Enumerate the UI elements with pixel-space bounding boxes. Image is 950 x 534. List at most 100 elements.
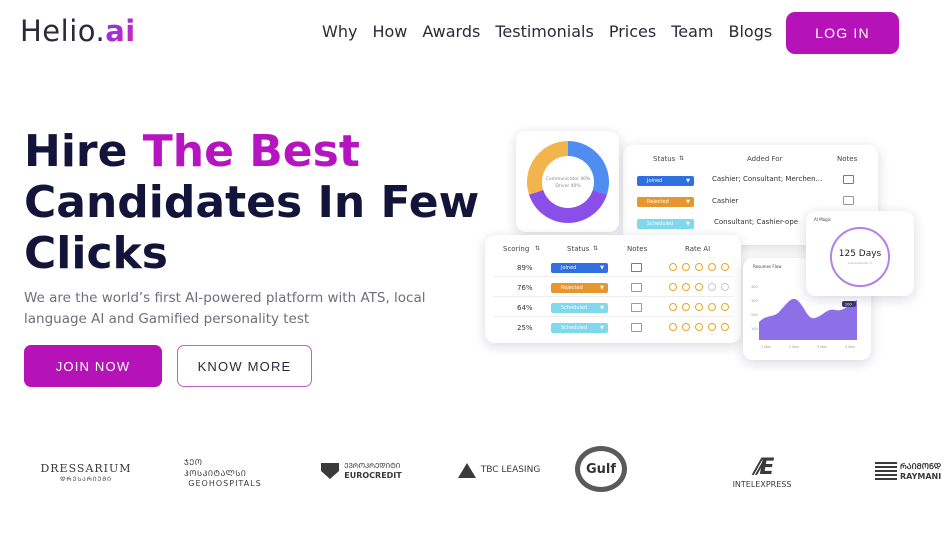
chevron-down-icon: ▼ [600, 325, 604, 331]
rating-circle-icon[interactable] [721, 263, 729, 271]
rating-circle-icon[interactable] [695, 323, 703, 331]
rating-circle-icon[interactable] [669, 303, 677, 311]
chevron-down-icon: ▼ [600, 285, 604, 291]
note-icon[interactable] [631, 283, 642, 292]
rating-circle-icon[interactable] [682, 283, 690, 291]
score-cell: 89% [517, 264, 533, 272]
rating-circle-icon[interactable] [669, 263, 677, 271]
note-icon[interactable] [843, 175, 854, 184]
tbc-leasing-logo: TBC LEASING [457, 461, 541, 479]
score-cell: 76% [517, 284, 533, 292]
eurocredit-logo: ᲔᲕᲠᲝᲙᲠᲔᲓᲘᲢᲘ EUROCREDIT [320, 458, 402, 484]
row-divider [493, 316, 733, 317]
status-select[interactable]: Rejected ▼ [551, 283, 608, 293]
gulf-logo: Gulf [575, 446, 627, 492]
intelexpress-emblem-icon: ⫽E [752, 455, 775, 480]
sort-icon: ⇅ [679, 155, 685, 162]
know-more-button[interactable]: KNOW MORE [177, 345, 312, 387]
rating-circle-icon[interactable] [708, 303, 716, 311]
login-button[interactable]: LOG IN [786, 12, 899, 54]
rate-ai-header: Rate AI [685, 245, 711, 253]
join-now-button[interactable]: JOIN NOW [24, 345, 162, 387]
rating-circles[interactable] [669, 323, 729, 331]
notes-header: Notes [627, 245, 648, 253]
ai-magic-label: AI Magic [814, 217, 831, 222]
rating-circle-icon[interactable] [721, 283, 729, 291]
rating-circle-icon[interactable] [682, 303, 690, 311]
nav-link-blogs[interactable]: Blogs [729, 22, 773, 41]
y-tick: 200 [751, 313, 758, 317]
logo-text: Helio. [20, 14, 106, 48]
helio-logo[interactable]: Helio. ai [20, 14, 136, 48]
rating-circles[interactable] [669, 263, 729, 271]
status-select[interactable]: Scheduled ▼ [551, 303, 608, 313]
nav-link-why[interactable]: Why [322, 22, 357, 41]
rating-circle-icon[interactable] [669, 323, 677, 331]
nav-link-awards[interactable]: Awards [422, 22, 480, 41]
tbc-triangle-icon [457, 462, 476, 478]
note-icon[interactable] [631, 323, 642, 332]
chevron-down-icon: ▼ [600, 265, 604, 271]
personality-donut-chart [527, 141, 609, 223]
scoring-header: Scoring [503, 245, 530, 253]
rating-circle-icon[interactable] [721, 303, 729, 311]
y-tick: 100 [751, 327, 758, 331]
sort-icon: ⇅ [593, 245, 599, 252]
personality-donut-card: Communicator 40% Driver 40% [516, 131, 619, 232]
x-tick: 3 Nov [817, 345, 827, 349]
notes-header: Notes [837, 155, 858, 163]
nav-link-how[interactable]: How [372, 22, 407, 41]
nav-link-testimonials[interactable]: Testimonials [495, 22, 594, 41]
x-tick: 2 Nov [789, 345, 799, 349]
main-nav: Why How Awards Testimonials Prices Team … [322, 22, 787, 41]
note-icon[interactable] [843, 196, 854, 205]
rating-circle-icon[interactable] [708, 283, 716, 291]
nav-link-team[interactable]: Team [671, 22, 713, 41]
donut-label-2: Driver 40% [555, 184, 581, 189]
rating-circles[interactable] [669, 283, 729, 291]
x-tick: 1 Nov [761, 345, 771, 349]
status-select[interactable]: Joined ▼ [551, 263, 608, 273]
score-cell: 25% [517, 324, 533, 332]
status-select[interactable]: Joined ▼ [637, 176, 694, 186]
rating-circle-icon[interactable] [682, 263, 690, 271]
rating-circle-icon[interactable] [669, 283, 677, 291]
nav-link-prices[interactable]: Prices [609, 22, 656, 41]
resumes-flow-label: Resumes Flow [753, 264, 782, 269]
days-circle: 125 Days Characteristic © [830, 227, 890, 287]
rating-circles[interactable] [669, 303, 729, 311]
note-icon[interactable] [631, 263, 642, 272]
added-for-cell: Cashier; Consultant; Merchen... [712, 175, 823, 183]
status-select[interactable]: Scheduled ▼ [551, 323, 608, 333]
hero-title-plain: Hire [24, 126, 143, 177]
y-tick: 300 [751, 299, 758, 303]
rating-circle-icon[interactable] [682, 323, 690, 331]
logo-accent: ai [105, 14, 136, 48]
raymani-stripes-icon [875, 462, 897, 480]
eurocredit-emblem-icon [321, 463, 340, 479]
days-sub: Characteristic © [847, 261, 873, 265]
status-header: Status [567, 245, 590, 253]
chevron-down-icon: ▼ [686, 178, 690, 184]
hero-title-rest: Candidates In Few Clicks [24, 177, 480, 279]
hero-subtitle: We are the world’s first AI-powered plat… [24, 290, 426, 327]
rating-circle-icon[interactable] [708, 323, 716, 331]
rating-circle-icon[interactable] [708, 263, 716, 271]
status-select[interactable]: Rejected ▼ [637, 197, 694, 207]
sort-icon: ⇅ [535, 245, 541, 252]
added-for-cell: Cashier [712, 197, 739, 205]
raymani-logo: ᲠᲐᲘᲛᲝᲜᲓ RAYMANI [875, 460, 950, 482]
chevron-down-icon: ▼ [600, 305, 604, 311]
status-select[interactable]: Scheduled ▼ [637, 219, 694, 229]
added-for-header: Added For [747, 155, 783, 163]
note-icon[interactable] [631, 303, 642, 312]
rating-circle-icon[interactable] [695, 303, 703, 311]
rating-circle-icon[interactable] [695, 283, 703, 291]
rating-circle-icon[interactable] [721, 323, 729, 331]
row-divider [493, 276, 733, 277]
geohospitals-logo: ᲯᲔᲝ ᲰᲝᲡᲞᲘᲢᲐᲚᲡᲘ GEOHOSPITALS [184, 457, 262, 488]
status-header: Status [653, 155, 676, 163]
x-tick: 4 Nov [845, 345, 855, 349]
rating-circle-icon[interactable] [695, 263, 703, 271]
hero-title-accent: The Best [142, 126, 360, 177]
